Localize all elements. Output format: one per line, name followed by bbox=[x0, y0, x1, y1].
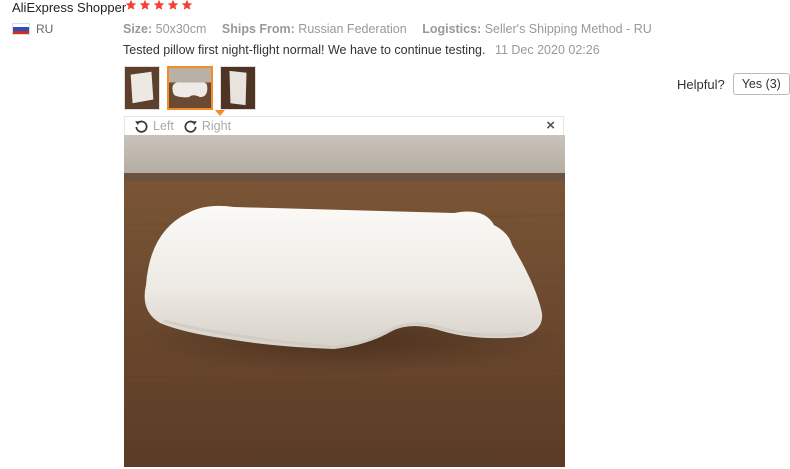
reviewer-country: RU bbox=[12, 22, 53, 36]
review-thumbnail-selected[interactable] bbox=[167, 66, 213, 110]
close-icon[interactable]: × bbox=[546, 117, 555, 135]
review-text: Tested pillow first night-flight normal!… bbox=[123, 43, 486, 57]
review-body: Tested pillow first night-flight normal!… bbox=[123, 42, 600, 58]
size-value: 50x30cm bbox=[155, 22, 207, 36]
image-viewer-toolbar: Left Right × bbox=[124, 116, 564, 135]
country-code: RU bbox=[36, 22, 54, 36]
logistics-value: Seller's Shipping Method - RU bbox=[484, 22, 652, 36]
rotate-right-icon bbox=[184, 120, 197, 133]
star-icon bbox=[139, 0, 151, 10]
ships-from-value: Russian Federation bbox=[298, 22, 407, 36]
order-attributes: Size: 50x30cm Ships From: Russian Federa… bbox=[123, 21, 664, 37]
review-photo-large[interactable] bbox=[124, 135, 565, 467]
star-rating bbox=[125, 0, 193, 11]
review-thumbnail[interactable] bbox=[220, 66, 256, 110]
star-icon bbox=[125, 0, 137, 10]
rotate-right-button[interactable]: Right bbox=[183, 119, 231, 134]
helpful-label: Helpful? bbox=[677, 76, 725, 92]
ships-from-label: Ships From: bbox=[221, 22, 295, 36]
size-label: Size: bbox=[123, 22, 153, 36]
star-icon bbox=[153, 0, 165, 10]
review-date: 11 Dec 2020 02:26 bbox=[494, 43, 600, 57]
review-thumbnail[interactable] bbox=[124, 66, 160, 110]
reviewer-name: AliExpress Shopper bbox=[12, 0, 127, 15]
rotate-left-button[interactable]: Left bbox=[134, 119, 174, 134]
helpful-section: Helpful? Yes (3) bbox=[677, 73, 790, 95]
rotate-left-label: Left bbox=[153, 119, 174, 133]
star-icon bbox=[167, 0, 179, 10]
rotate-left-icon bbox=[135, 120, 148, 133]
review-thumbnails bbox=[124, 66, 256, 110]
rotate-right-label: Right bbox=[201, 119, 232, 133]
helpful-yes-button[interactable]: Yes (3) bbox=[732, 73, 790, 95]
logistics-label: Logistics: bbox=[422, 22, 482, 36]
russia-flag-icon bbox=[12, 23, 30, 35]
star-icon bbox=[181, 0, 193, 10]
